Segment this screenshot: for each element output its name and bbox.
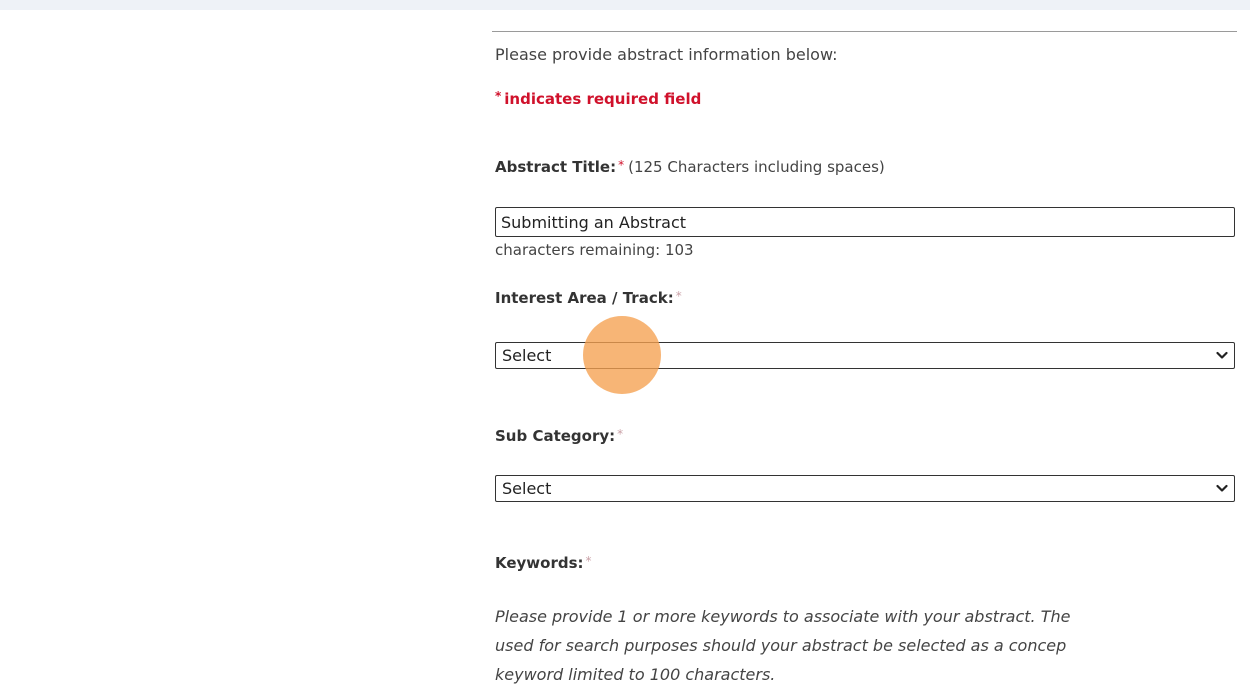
chevron-down-icon	[1216, 484, 1228, 492]
abstract-title-input[interactable]	[495, 207, 1235, 237]
interest-area-select[interactable]: Select	[495, 342, 1235, 369]
required-field-note: * indicates required field	[495, 89, 701, 108]
interest-area-label-text: Interest Area / Track:	[495, 289, 674, 307]
keywords-help-text: Please provide 1 or more keywords to ass…	[495, 602, 1235, 698]
interest-area-label: Interest Area / Track: *	[495, 289, 682, 307]
keywords-help-line: keyword limited to 100 characters.	[495, 665, 776, 684]
characters-remaining: characters remaining: 103	[495, 241, 694, 259]
required-star: *	[585, 554, 592, 568]
abstract-title-hint: (125 Characters including spaces)	[628, 158, 885, 176]
required-star: *	[617, 427, 624, 441]
abstract-title-label-text: Abstract Title:	[495, 158, 617, 176]
keywords-label-text: Keywords:	[495, 554, 584, 572]
page: Please provide abstract information belo…	[0, 0, 1250, 698]
sub-category-selected-value: Select	[502, 479, 552, 498]
interest-area-selected-value: Select	[502, 346, 552, 365]
required-star: *	[618, 158, 625, 172]
keywords-help-line: used for search purposes should your abs…	[495, 636, 1067, 655]
form-sheet: Please provide abstract information belo…	[0, 10, 1250, 698]
sub-category-label: Sub Category: *	[495, 427, 623, 445]
chevron-down-icon	[1216, 351, 1228, 359]
required-star: *	[675, 289, 682, 303]
form-intro: Please provide abstract information belo…	[495, 45, 838, 64]
sub-category-select[interactable]: Select	[495, 475, 1235, 502]
abstract-form: Please provide abstract information belo…	[492, 10, 1250, 698]
keywords-help-line: Please provide 1 or more keywords to ass…	[495, 607, 1071, 626]
required-star: *	[495, 89, 502, 103]
abstract-title-label: Abstract Title: * (125 Characters includin…	[495, 158, 885, 176]
keywords-label: Keywords: *	[495, 554, 592, 572]
required-note-text: indicates required field	[504, 90, 702, 108]
top-divider	[492, 31, 1237, 32]
sub-category-label-text: Sub Category:	[495, 427, 616, 445]
